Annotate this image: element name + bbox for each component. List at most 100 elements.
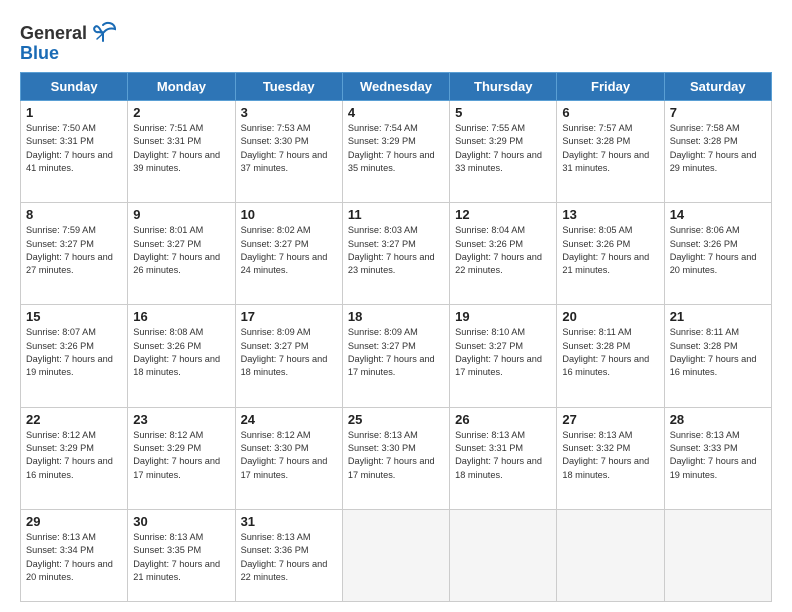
calendar-cell [342, 509, 449, 601]
day-number: 23 [133, 412, 229, 427]
day-number: 22 [26, 412, 122, 427]
day-number: 26 [455, 412, 551, 427]
calendar-cell [450, 509, 557, 601]
day-number: 2 [133, 105, 229, 120]
day-info: Sunrise: 8:13 AMSunset: 3:30 PMDaylight:… [348, 429, 444, 482]
logo-bird-icon [89, 19, 117, 47]
calendar-cell: 6 Sunrise: 7:57 AMSunset: 3:28 PMDayligh… [557, 101, 664, 203]
page: General Blue SundayMondayTuesdayWednesda… [0, 0, 792, 612]
calendar-cell: 23 Sunrise: 8:12 AMSunset: 3:29 PMDaylig… [128, 407, 235, 509]
day-info: Sunrise: 8:01 AMSunset: 3:27 PMDaylight:… [133, 224, 229, 277]
day-info: Sunrise: 8:11 AMSunset: 3:28 PMDaylight:… [562, 326, 658, 379]
day-info: Sunrise: 8:05 AMSunset: 3:26 PMDaylight:… [562, 224, 658, 277]
calendar-cell: 24 Sunrise: 8:12 AMSunset: 3:30 PMDaylig… [235, 407, 342, 509]
day-number: 31 [241, 514, 337, 529]
day-info: Sunrise: 7:55 AMSunset: 3:29 PMDaylight:… [455, 122, 551, 175]
day-number: 28 [670, 412, 766, 427]
day-number: 11 [348, 207, 444, 222]
day-info: Sunrise: 8:10 AMSunset: 3:27 PMDaylight:… [455, 326, 551, 379]
day-info: Sunrise: 8:12 AMSunset: 3:29 PMDaylight:… [26, 429, 122, 482]
day-info: Sunrise: 8:12 AMSunset: 3:29 PMDaylight:… [133, 429, 229, 482]
day-info: Sunrise: 7:57 AMSunset: 3:28 PMDaylight:… [562, 122, 658, 175]
calendar-cell: 18 Sunrise: 8:09 AMSunset: 3:27 PMDaylig… [342, 305, 449, 407]
weekday-header-monday: Monday [128, 73, 235, 101]
day-info: Sunrise: 8:13 AMSunset: 3:31 PMDaylight:… [455, 429, 551, 482]
calendar-week-2: 8 Sunrise: 7:59 AMSunset: 3:27 PMDayligh… [21, 203, 772, 305]
day-number: 8 [26, 207, 122, 222]
day-number: 9 [133, 207, 229, 222]
weekday-header-saturday: Saturday [664, 73, 771, 101]
logo: General Blue [20, 15, 117, 64]
day-number: 25 [348, 412, 444, 427]
day-number: 20 [562, 309, 658, 324]
day-number: 6 [562, 105, 658, 120]
calendar-body: 1 Sunrise: 7:50 AMSunset: 3:31 PMDayligh… [21, 101, 772, 602]
calendar-cell: 19 Sunrise: 8:10 AMSunset: 3:27 PMDaylig… [450, 305, 557, 407]
day-number: 27 [562, 412, 658, 427]
calendar-cell: 11 Sunrise: 8:03 AMSunset: 3:27 PMDaylig… [342, 203, 449, 305]
calendar-cell [557, 509, 664, 601]
day-info: Sunrise: 8:04 AMSunset: 3:26 PMDaylight:… [455, 224, 551, 277]
calendar-cell: 31 Sunrise: 8:13 AMSunset: 3:36 PMDaylig… [235, 509, 342, 601]
day-number: 18 [348, 309, 444, 324]
day-number: 12 [455, 207, 551, 222]
day-number: 7 [670, 105, 766, 120]
day-info: Sunrise: 8:03 AMSunset: 3:27 PMDaylight:… [348, 224, 444, 277]
day-number: 30 [133, 514, 229, 529]
calendar-cell: 21 Sunrise: 8:11 AMSunset: 3:28 PMDaylig… [664, 305, 771, 407]
calendar-cell: 15 Sunrise: 8:07 AMSunset: 3:26 PMDaylig… [21, 305, 128, 407]
calendar-cell: 17 Sunrise: 8:09 AMSunset: 3:27 PMDaylig… [235, 305, 342, 407]
day-number: 4 [348, 105, 444, 120]
calendar-cell: 4 Sunrise: 7:54 AMSunset: 3:29 PMDayligh… [342, 101, 449, 203]
day-number: 10 [241, 207, 337, 222]
calendar-cell: 25 Sunrise: 8:13 AMSunset: 3:30 PMDaylig… [342, 407, 449, 509]
calendar-cell: 9 Sunrise: 8:01 AMSunset: 3:27 PMDayligh… [128, 203, 235, 305]
header: General Blue [20, 15, 772, 64]
day-number: 3 [241, 105, 337, 120]
calendar-week-3: 15 Sunrise: 8:07 AMSunset: 3:26 PMDaylig… [21, 305, 772, 407]
weekday-header-friday: Friday [557, 73, 664, 101]
day-info: Sunrise: 7:58 AMSunset: 3:28 PMDaylight:… [670, 122, 766, 175]
calendar-cell [664, 509, 771, 601]
calendar-cell: 26 Sunrise: 8:13 AMSunset: 3:31 PMDaylig… [450, 407, 557, 509]
day-info: Sunrise: 8:13 AMSunset: 3:33 PMDaylight:… [670, 429, 766, 482]
calendar-cell: 10 Sunrise: 8:02 AMSunset: 3:27 PMDaylig… [235, 203, 342, 305]
day-number: 21 [670, 309, 766, 324]
weekday-header-thursday: Thursday [450, 73, 557, 101]
day-info: Sunrise: 7:51 AMSunset: 3:31 PMDaylight:… [133, 122, 229, 175]
day-info: Sunrise: 8:13 AMSunset: 3:32 PMDaylight:… [562, 429, 658, 482]
weekday-header-wednesday: Wednesday [342, 73, 449, 101]
logo-text-general: General [20, 23, 87, 44]
weekday-header-sunday: Sunday [21, 73, 128, 101]
calendar-cell: 30 Sunrise: 8:13 AMSunset: 3:35 PMDaylig… [128, 509, 235, 601]
day-info: Sunrise: 8:06 AMSunset: 3:26 PMDaylight:… [670, 224, 766, 277]
calendar-cell: 3 Sunrise: 7:53 AMSunset: 3:30 PMDayligh… [235, 101, 342, 203]
day-info: Sunrise: 8:09 AMSunset: 3:27 PMDaylight:… [241, 326, 337, 379]
day-number: 5 [455, 105, 551, 120]
day-number: 29 [26, 514, 122, 529]
calendar-week-5: 29 Sunrise: 8:13 AMSunset: 3:34 PMDaylig… [21, 509, 772, 601]
calendar-cell: 29 Sunrise: 8:13 AMSunset: 3:34 PMDaylig… [21, 509, 128, 601]
calendar-cell: 14 Sunrise: 8:06 AMSunset: 3:26 PMDaylig… [664, 203, 771, 305]
day-info: Sunrise: 7:59 AMSunset: 3:27 PMDaylight:… [26, 224, 122, 277]
weekday-header-tuesday: Tuesday [235, 73, 342, 101]
calendar-week-4: 22 Sunrise: 8:12 AMSunset: 3:29 PMDaylig… [21, 407, 772, 509]
day-info: Sunrise: 8:02 AMSunset: 3:27 PMDaylight:… [241, 224, 337, 277]
calendar-cell: 1 Sunrise: 7:50 AMSunset: 3:31 PMDayligh… [21, 101, 128, 203]
calendar-cell: 22 Sunrise: 8:12 AMSunset: 3:29 PMDaylig… [21, 407, 128, 509]
day-number: 16 [133, 309, 229, 324]
calendar-table: SundayMondayTuesdayWednesdayThursdayFrid… [20, 72, 772, 602]
calendar-cell: 5 Sunrise: 7:55 AMSunset: 3:29 PMDayligh… [450, 101, 557, 203]
calendar-week-1: 1 Sunrise: 7:50 AMSunset: 3:31 PMDayligh… [21, 101, 772, 203]
day-number: 1 [26, 105, 122, 120]
day-info: Sunrise: 7:53 AMSunset: 3:30 PMDaylight:… [241, 122, 337, 175]
day-number: 13 [562, 207, 658, 222]
day-number: 17 [241, 309, 337, 324]
calendar-header-row: SundayMondayTuesdayWednesdayThursdayFrid… [21, 73, 772, 101]
day-info: Sunrise: 8:11 AMSunset: 3:28 PMDaylight:… [670, 326, 766, 379]
calendar-cell: 2 Sunrise: 7:51 AMSunset: 3:31 PMDayligh… [128, 101, 235, 203]
calendar-cell: 12 Sunrise: 8:04 AMSunset: 3:26 PMDaylig… [450, 203, 557, 305]
day-info: Sunrise: 8:13 AMSunset: 3:36 PMDaylight:… [241, 531, 337, 584]
day-info: Sunrise: 7:54 AMSunset: 3:29 PMDaylight:… [348, 122, 444, 175]
calendar-cell: 7 Sunrise: 7:58 AMSunset: 3:28 PMDayligh… [664, 101, 771, 203]
